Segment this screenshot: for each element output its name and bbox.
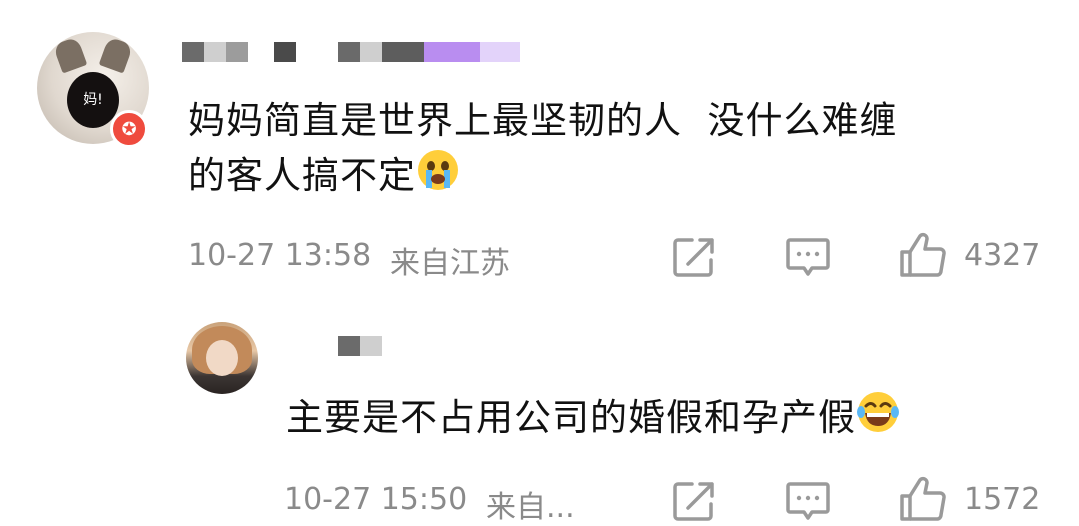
reply-like-count: 1572	[964, 482, 1041, 517]
like-count: 4327	[964, 238, 1041, 273]
reply-location: 来自...	[486, 490, 575, 525]
comment-icon[interactable]	[785, 236, 831, 282]
comment-text: 妈妈简直是世界上最坚韧的人 没什么难缠 的客人搞不定	[188, 94, 1048, 207]
comment-text-line2: 的客人搞不定	[188, 154, 416, 197]
like-icon[interactable]	[898, 232, 948, 282]
reply-text-content: 主要是不占用公司的婚假和孕产假	[286, 396, 856, 439]
replier-username[interactable]	[298, 336, 388, 358]
laughing-emoji-icon	[856, 390, 900, 449]
share-icon[interactable]	[672, 236, 716, 282]
reply-like-icon[interactable]	[898, 476, 948, 526]
reply-comment-icon[interactable]	[785, 480, 831, 526]
reply-share-icon[interactable]	[672, 480, 716, 526]
commenter-username[interactable]	[182, 42, 542, 64]
comment-timestamp: 10-27 13:58	[188, 238, 372, 273]
reply-timestamp: 10-27 15:50	[284, 482, 468, 517]
comment-text-line1: 妈妈简直是世界上最坚韧的人 没什么难缠	[188, 99, 898, 142]
crying-emoji-icon	[416, 148, 460, 207]
reply-text: 主要是不占用公司的婚假和孕产假	[286, 390, 1046, 449]
vip-badge-icon: ✪	[110, 110, 148, 148]
replier-avatar[interactable]	[186, 322, 258, 394]
comment-location: 来自江苏	[390, 246, 510, 281]
